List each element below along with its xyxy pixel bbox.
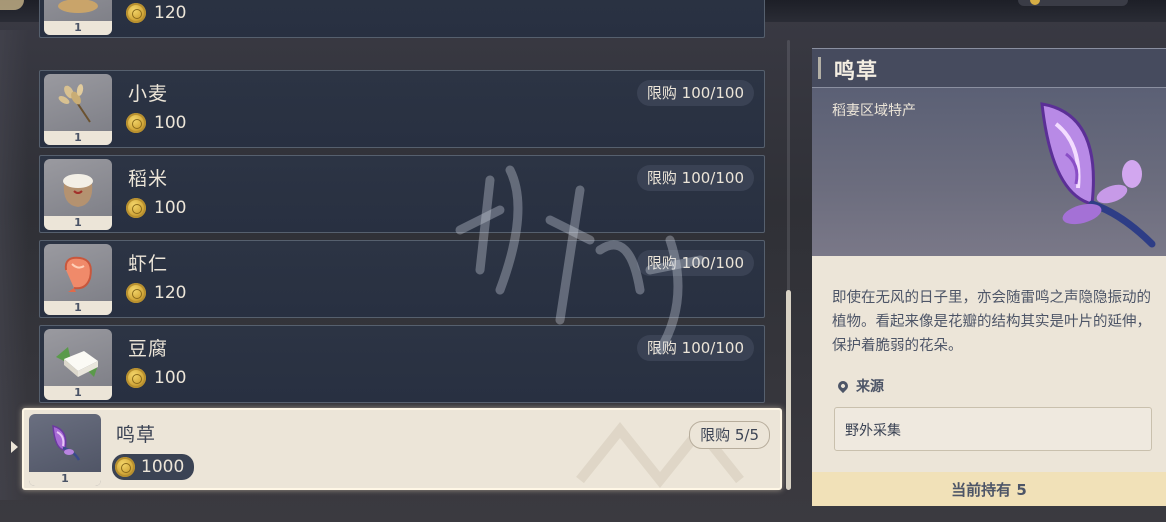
purchase-limit-badge: 限购 100/100 [636, 80, 754, 106]
source-label: 来源 [856, 379, 884, 395]
source-heading: 来源 [835, 376, 884, 396]
item-thumbnail: 1 [44, 244, 112, 315]
price: 120 [126, 282, 186, 304]
mora-coin-icon [126, 3, 146, 23]
goods-row[interactable]: 1 120 [39, 0, 765, 38]
item-count: 1 [44, 386, 112, 400]
item-thumbnail: 1 [44, 0, 112, 35]
price-value: 100 [154, 368, 187, 388]
item-name: 豆腐 [128, 338, 169, 360]
dish-icon [58, 0, 98, 13]
item-count: 1 [29, 472, 101, 486]
item-count: 1 [44, 131, 112, 145]
price: 100 [126, 367, 186, 389]
purchase-limit-badge: 限购 5/5 [689, 421, 770, 449]
detail-title: 鸣草 [834, 59, 878, 83]
item-type: 稻妻区域特产 [832, 103, 916, 119]
item-detail-panel: 鸣草 稻妻区域特产 即使在无风的日子里，亦会随雷鸣之声隐隐振动的植物。看起来像是… [812, 48, 1166, 506]
header-accent [818, 57, 821, 79]
price: 100 [126, 112, 186, 134]
item-thumbnail: 1 [44, 159, 112, 230]
item-name: 小麦 [128, 83, 169, 105]
detail-body: 即使在无风的日子里，亦会随雷鸣之声隐隐振动的植物。看起来像是花瓣的结构其实是叶片… [812, 256, 1166, 472]
price-value: 1000 [141, 457, 185, 477]
rice-sack-icon [63, 174, 93, 207]
detail-header: 鸣草 [812, 48, 1166, 88]
item-thumbnail: 1 [29, 414, 101, 486]
wheat-icon [58, 84, 91, 123]
mora-coin-icon [126, 368, 146, 388]
price: 120 [126, 2, 186, 24]
source-value: 野外采集 [845, 423, 901, 439]
goods-row-rice[interactable]: 1 稻米 100 限购 100/100 [39, 155, 765, 233]
item-count: 1 [44, 301, 112, 315]
mora-coin-icon [115, 457, 135, 477]
shop-goods-list: 1 120 1 小麦 100 限购 100/100 1 稻米 100 限购 10… [0, 0, 791, 522]
currency-display [1018, 0, 1128, 6]
price-value: 120 [154, 3, 187, 23]
location-pin-icon [835, 378, 851, 394]
item-description: 即使在无风的日子里，亦会随雷鸣之声隐隐振动的植物。看起来像是花瓣的结构其实是叶片… [832, 290, 1151, 354]
goods-row-naku-weed-selected[interactable]: 1 鸣草 1000 限购 5/5 [22, 408, 782, 490]
naku-weed-icon [52, 425, 81, 461]
goods-row-wheat[interactable]: 1 小麦 100 限购 100/100 [39, 70, 765, 148]
owned-footer: 当前持有 5 [812, 472, 1166, 506]
mora-coin-icon [126, 283, 146, 303]
price: 1000 [112, 454, 195, 480]
selection-arrow-icon [11, 441, 18, 453]
detail-hero: 稻妻区域特产 [812, 88, 1166, 256]
goods-row-tofu[interactable]: 1 豆腐 100 限购 100/100 [39, 325, 765, 403]
price-value: 100 [154, 113, 187, 133]
source-box: 野外采集 [834, 407, 1152, 451]
item-count: 1 [44, 21, 112, 35]
item-name: 稻米 [128, 168, 169, 190]
price-value: 100 [154, 198, 187, 218]
purchase-limit-badge: 限购 100/100 [636, 165, 754, 191]
price-value: 120 [154, 283, 187, 303]
list-scrollbar-thumb[interactable] [786, 290, 791, 490]
item-thumbnail: 1 [44, 329, 112, 400]
item-name: 鸣草 [116, 424, 157, 446]
mora-coin-icon [126, 198, 146, 218]
price: 100 [126, 197, 186, 219]
item-name: 虾仁 [128, 253, 169, 275]
tofu-icon [56, 347, 98, 377]
owned-count: 当前持有 5 [951, 481, 1027, 499]
goods-row-shrimp[interactable]: 1 虾仁 120 限购 100/100 [39, 240, 765, 318]
purchase-limit-badge: 限购 100/100 [636, 335, 754, 361]
item-thumbnail: 1 [44, 74, 112, 145]
mora-coin-icon [126, 113, 146, 133]
item-count: 1 [44, 216, 112, 230]
naku-weed-icon [1040, 102, 1156, 248]
shrimp-icon [64, 256, 92, 292]
purchase-limit-badge: 限购 100/100 [636, 250, 754, 276]
